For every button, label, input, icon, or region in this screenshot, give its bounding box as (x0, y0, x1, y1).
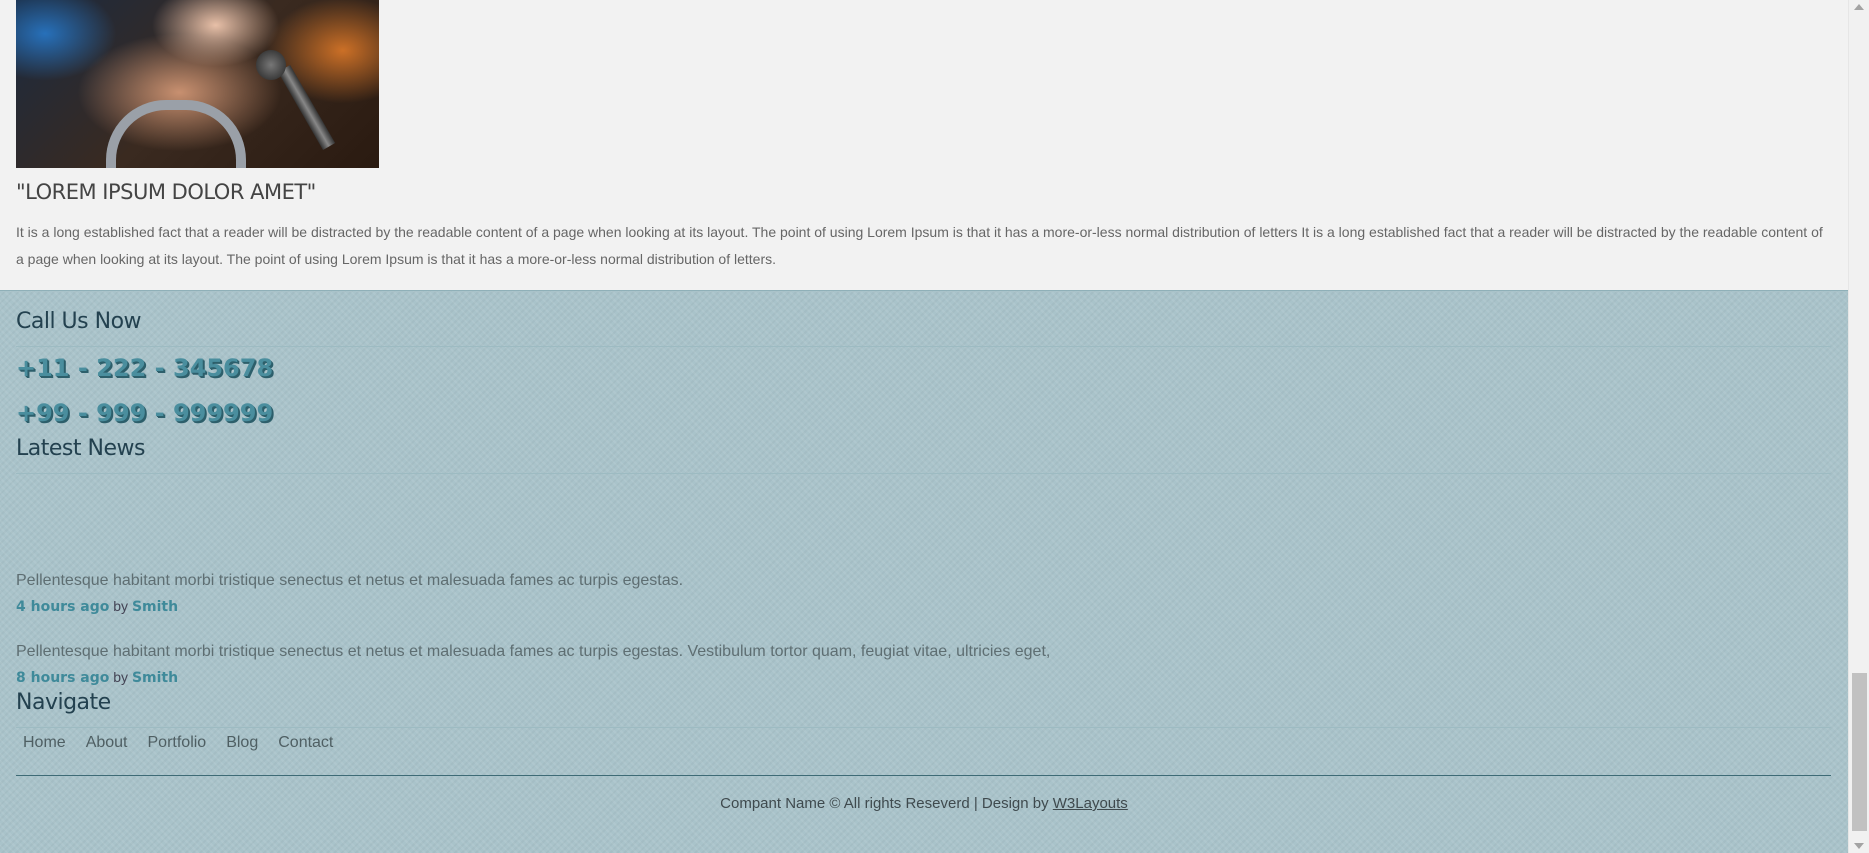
news-author[interactable]: Smith (132, 599, 178, 615)
phone-number-2: +99 - 999 - 999999 (16, 399, 274, 427)
copyright-text: Compant Name © All rights Reseverd | Des… (720, 795, 1049, 812)
content-section: "LOREM IPSUM DOLOR AMET" It is a long es… (0, 0, 1848, 291)
news-text: Pellentesque habitant morbi tristique se… (16, 643, 1051, 660)
call-us-heading: Call Us Now (16, 309, 142, 334)
vertical-scrollbar[interactable] (1848, 0, 1869, 853)
news-list[interactable]: Pellentesque habitant morbi tristique se… (16, 570, 1831, 688)
news-author[interactable]: Smith (132, 670, 178, 686)
news-by: by (113, 598, 129, 614)
quote-title: "LOREM IPSUM DOLOR AMET" (16, 180, 316, 204)
microphone-shape (256, 50, 286, 80)
scroll-up-arrow-icon[interactable] (1854, 4, 1864, 10)
latest-news-heading: Latest News (16, 436, 145, 461)
nav-link-portfolio[interactable]: Portfolio (140, 734, 215, 752)
news-time: 4 hours ago (16, 599, 110, 615)
footer-bottom-divider (16, 775, 1831, 776)
navigate-divider (16, 727, 1831, 728)
news-meta: 8 hours ago by Smith (16, 669, 1831, 686)
phone-number-1: +11 - 222 - 345678 (16, 354, 274, 382)
news-by: by (113, 669, 129, 685)
news-time: 8 hours ago (16, 670, 110, 686)
nav-link-home[interactable]: Home (16, 734, 74, 752)
nav-link-about[interactable]: About (78, 734, 136, 752)
footer-nav: Home About Portfolio Blog Contact (16, 734, 345, 752)
news-text: Pellentesque habitant morbi tristique se… (16, 572, 684, 589)
news-item: Pellentesque habitant morbi tristique se… (16, 570, 1831, 615)
page-viewport: "LOREM IPSUM DOLOR AMET" It is a long es… (0, 0, 1848, 853)
nav-link-blog[interactable]: Blog (218, 734, 266, 752)
nav-link-contact[interactable]: Contact (270, 734, 341, 752)
quote-body: It is a long established fact that a rea… (16, 224, 1823, 267)
navigate-heading: Navigate (16, 690, 111, 715)
headphones-shape (106, 100, 246, 168)
scrollbar-thumb[interactable] (1852, 673, 1867, 831)
scroll-down-arrow-icon[interactable] (1854, 843, 1864, 849)
singer-photo (16, 0, 379, 168)
copyright: Compant Name © All rights Reseverd | Des… (0, 795, 1848, 812)
latest-news-divider (16, 473, 1831, 474)
mic-handle-shape (278, 65, 336, 150)
news-meta: 4 hours ago by Smith (16, 598, 1831, 615)
designer-link[interactable]: W3Layouts (1053, 795, 1128, 812)
call-us-divider (16, 346, 1831, 347)
news-item: Pellentesque habitant morbi tristique se… (16, 641, 1831, 686)
